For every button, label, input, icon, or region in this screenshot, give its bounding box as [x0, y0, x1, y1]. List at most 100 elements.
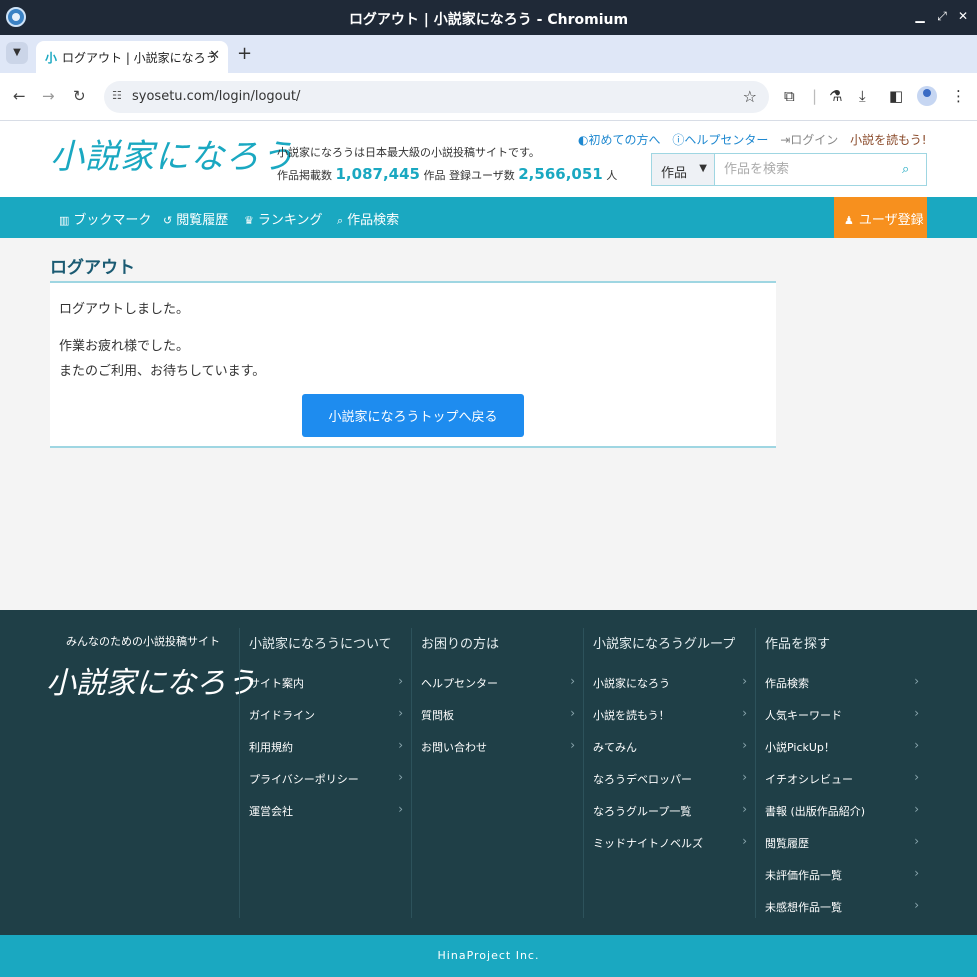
search-input[interactable]: [714, 153, 927, 186]
close-window-icon[interactable]: ✕: [956, 9, 970, 23]
bookmark-icon: ▥: [59, 214, 70, 227]
logout-card: ログアウトしました。 作業お疲れ様でした。 またのご利用、お待ちしています。 小…: [50, 281, 776, 448]
footer-link[interactable]: ヘルプセンター ›: [421, 674, 583, 691]
tab-label: ログアウト | 小説家になろう: [62, 51, 218, 65]
footer-column-group: 小説家になろうグループ 小説家になろう › 小説を読もう！ › みてみん › なろうデ…: [583, 628, 755, 918]
register-button[interactable]: ♟ ユーザ登録: [834, 197, 927, 238]
favicon-icon: 小: [45, 51, 58, 65]
yomou-link[interactable]: 小説を読もう!: [850, 133, 926, 147]
users-unit: 人: [606, 169, 618, 182]
labs-icon[interactable]: ⚗: [829, 87, 842, 105]
chevron-right-icon: ›: [742, 770, 747, 784]
profile-avatar-icon[interactable]: [917, 86, 937, 106]
page-title: ログアウト: [50, 258, 135, 278]
window-titlebar: ログアウト | 小説家になろう - Chromium ▁ ⤢ ✕: [0, 0, 977, 35]
url-text[interactable]: syosetu.com/login/logout/: [132, 89, 300, 104]
footer-link[interactable]: みてみん ›: [593, 738, 755, 755]
chevron-right-icon: ›: [570, 738, 575, 752]
login-link[interactable]: ⇥ログイン: [780, 133, 838, 147]
footer-column-heading: お困りの方は: [421, 637, 500, 652]
footer-link[interactable]: なろうグループ一覧 ›: [593, 802, 755, 819]
site-tagline: 小説家になろうは日本最大級の小説投稿サイトです。: [277, 146, 540, 159]
nav-search[interactable]: ⌕ 作品検索: [337, 209, 399, 228]
site-logo[interactable]: 小説家になろう: [50, 129, 295, 178]
header-links: ◐初めての方へ ⓘヘルプセンター ⇥ログイン 小説を読もう!: [578, 131, 935, 148]
window-title: ログアウト | 小説家になろう - Chromium: [348, 12, 629, 28]
footer-link[interactable]: 質問板 ›: [421, 706, 583, 723]
footer-column-help: お困りの方は ヘルプセンター › 質問板 › お問い合わせ ›: [411, 628, 583, 918]
help-center-link[interactable]: ⓘヘルプセンター: [672, 133, 768, 147]
footer-link[interactable]: イチオシレビュー ›: [765, 770, 927, 787]
download-icon[interactable]: ⤓: [859, 87, 866, 105]
new-tab-icon[interactable]: +: [237, 43, 252, 64]
footer-column-heading: 小説家になろうについて: [249, 637, 392, 652]
chevron-right-icon: ›: [742, 706, 747, 720]
login-icon: ⇥: [780, 133, 791, 147]
footer-link[interactable]: 書報 (出版作品紹介) ›: [765, 802, 927, 819]
tab-active[interactable]: 小 ログアウト | 小説家になろう ✕: [36, 41, 228, 73]
nav-bookmark[interactable]: ▥ ブックマーク: [59, 209, 151, 228]
footer-link[interactable]: サイト案内 ›: [249, 674, 411, 691]
chevron-right-icon: ›: [570, 674, 575, 688]
menu-icon[interactable]: ⋮: [951, 87, 966, 105]
footer-column-find: 作品を探す 作品検索 › 人気キーワード › 小説PickUp！ › イチオシレビュー…: [755, 628, 927, 918]
crown-icon: ♛: [244, 214, 254, 227]
thanks-message: 作業お疲れ様でした。: [59, 339, 190, 354]
back-to-top-button[interactable]: 小説家になろうトップへ戻る: [302, 394, 524, 437]
footer-link[interactable]: 小説家になろう ›: [593, 674, 755, 691]
bookmark-star-icon[interactable]: ☆: [743, 87, 757, 106]
works-label: 作品掲載数: [277, 169, 332, 182]
footer-link[interactable]: お問い合わせ ›: [421, 738, 583, 755]
tab-close-icon[interactable]: ✕: [209, 48, 220, 63]
forward-icon[interactable]: →: [42, 87, 55, 105]
footer-link[interactable]: 未評価作品一覧 ›: [765, 866, 927, 883]
site-info-icon[interactable]: ☷: [112, 89, 122, 102]
tab-strip: ▼ 小 ログアウト | 小説家になろう ✕ +: [0, 35, 977, 73]
footer-logo[interactable]: 小説家になろう: [46, 658, 256, 702]
footer-link[interactable]: なろうデベロッパー ›: [593, 770, 755, 787]
chevron-right-icon: ›: [914, 674, 919, 688]
footer-column-about: 小説家になろうについて サイト案内 › ガイドライン › 利用規約 › プライバシーポ…: [239, 628, 411, 918]
chevron-right-icon: ›: [914, 738, 919, 752]
footer-link[interactable]: 作品検索 ›: [765, 674, 927, 691]
footer-link[interactable]: 運営会社 ›: [249, 802, 411, 819]
footer-link[interactable]: 閲覧履歴 ›: [765, 834, 927, 851]
address-bar[interactable]: ☷ syosetu.com/login/logout/ ☆: [104, 81, 769, 113]
nav-history[interactable]: ↺ 閲覧履歴: [163, 209, 228, 228]
site-stats: 作品掲載数 1,087,445 作品 登録ユーザ数 2,566,051 人: [277, 165, 617, 183]
site-footer: みんなのための小説投稿サイト 小説家になろう 小説家になろうについて サイト案内…: [0, 610, 977, 935]
chevron-right-icon: ›: [398, 770, 403, 784]
search-category-select[interactable]: 作品 ▼: [651, 153, 715, 186]
site-header: 小説家になろう 小説家になろうは日本最大級の小説投稿サイトです。 作品掲載数 1…: [0, 121, 977, 197]
extensions-icon[interactable]: ⧉: [784, 87, 795, 105]
footer-column-heading: 作品を探す: [765, 637, 831, 652]
side-panel-icon[interactable]: ◧: [889, 87, 903, 105]
footer-column-heading: 小説家になろうグループ: [593, 637, 736, 652]
footer-link[interactable]: ミッドナイトノベルズ ›: [593, 834, 755, 851]
chevron-right-icon: ›: [914, 834, 919, 848]
footer-link[interactable]: 小説を読もう！ ›: [593, 706, 755, 723]
users-label: 登録ユーザ数: [448, 169, 515, 182]
first-time-link[interactable]: ◐初めての方へ: [578, 133, 661, 147]
footer-link[interactable]: 未感想作品一覧 ›: [765, 898, 927, 915]
logout-message: ログアウトしました。: [59, 302, 190, 317]
footer-link[interactable]: プライバシーポリシー ›: [249, 770, 411, 787]
toolbar-divider: |: [812, 87, 818, 105]
footer-link[interactable]: 人気キーワード ›: [765, 706, 927, 723]
chevron-right-icon: ›: [742, 674, 747, 688]
back-icon[interactable]: ←: [13, 87, 26, 105]
search-icon[interactable]: ⌕: [902, 162, 909, 177]
tab-search-button[interactable]: ▼: [6, 42, 28, 64]
footer-link[interactable]: 利用規約 ›: [249, 738, 411, 755]
reload-icon[interactable]: ↻: [73, 87, 86, 105]
restore-icon[interactable]: ⤢: [935, 9, 949, 23]
chevron-right-icon: ›: [398, 706, 403, 720]
footer-link[interactable]: 小説PickUp！ ›: [765, 738, 927, 755]
chevron-right-icon: ›: [914, 802, 919, 816]
nav-ranking[interactable]: ♛ ランキング: [244, 209, 323, 228]
beginner-icon: ◐: [578, 133, 589, 147]
footer-link[interactable]: ガイドライン ›: [249, 706, 411, 723]
minimize-icon[interactable]: ▁: [913, 9, 927, 23]
works-count: 1,087,445: [335, 165, 420, 183]
chevron-right-icon: ›: [914, 770, 919, 784]
